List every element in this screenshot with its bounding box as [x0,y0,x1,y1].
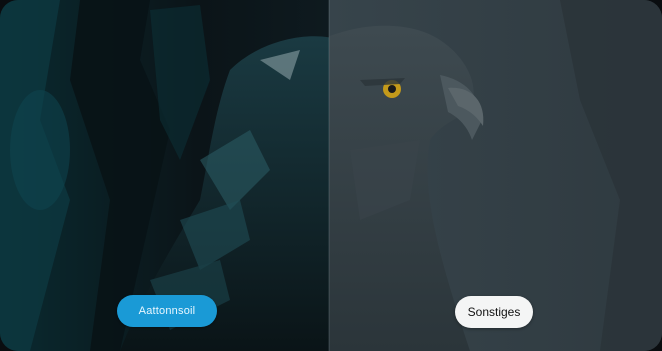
before-label-badge[interactable]: Aattonnsoil [117,295,217,327]
after-label-badge[interactable]: Sonstiges [455,296,533,328]
comparison-divider-handle[interactable] [328,0,330,351]
comparison-viewer: Aattonnsoil Sonstiges [0,0,662,351]
eagle-image [0,0,662,351]
